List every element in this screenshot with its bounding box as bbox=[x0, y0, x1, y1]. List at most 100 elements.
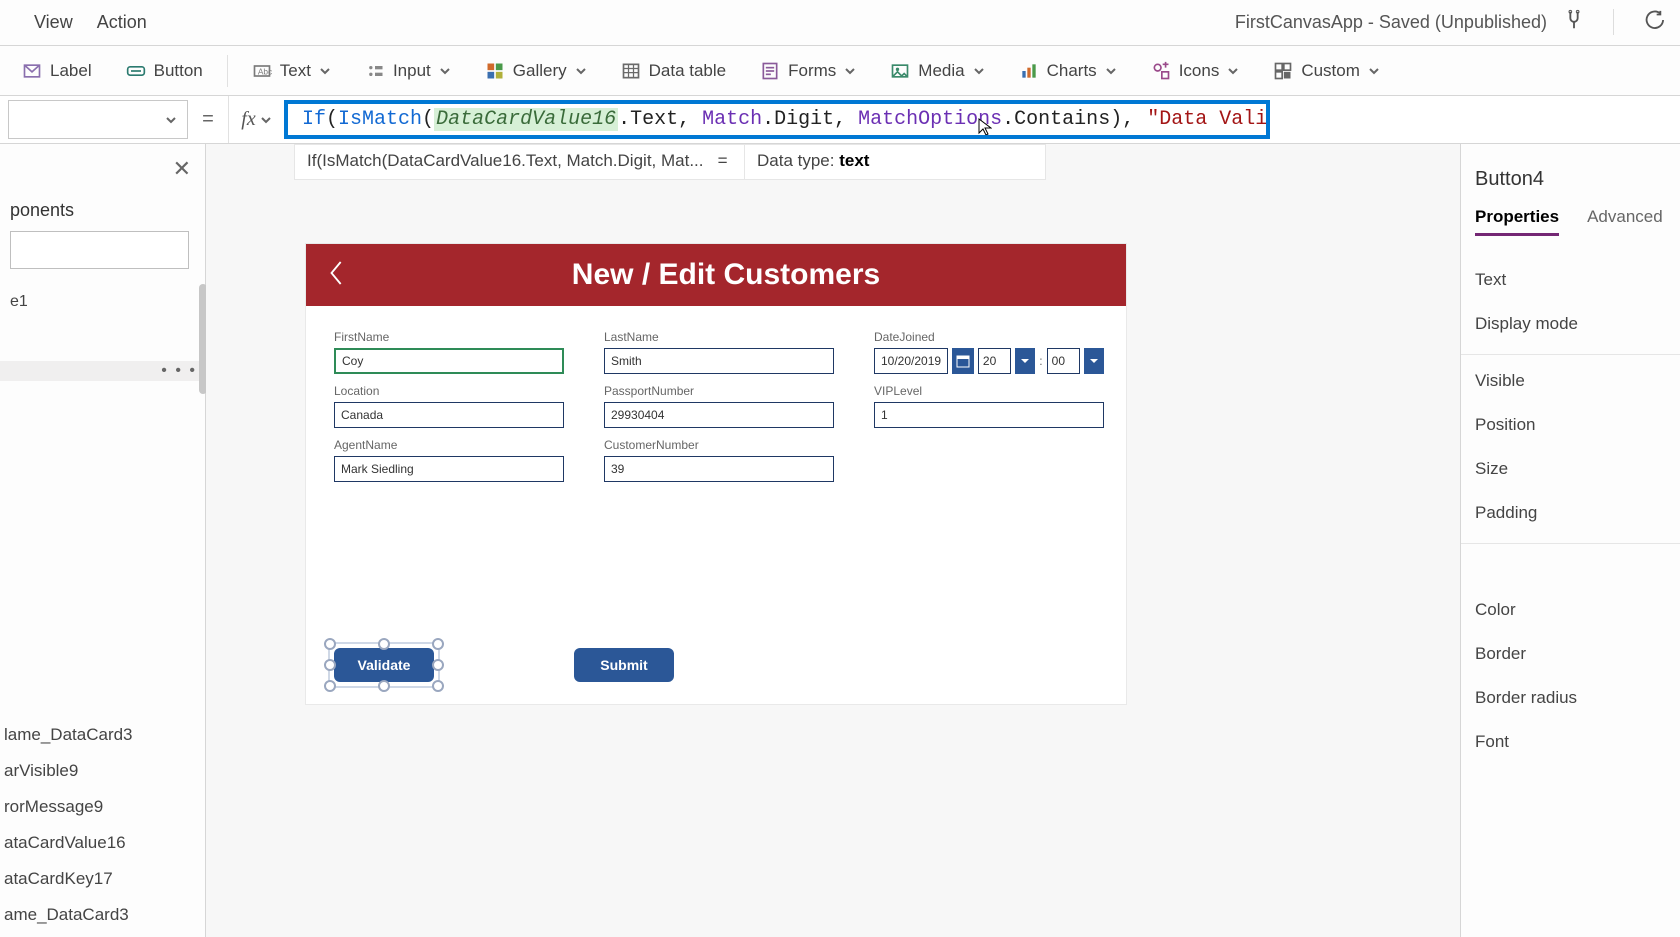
tree-item[interactable]: ataCardValue16 bbox=[4, 833, 205, 853]
back-icon[interactable] bbox=[306, 258, 368, 293]
chevron-down-icon[interactable] bbox=[1015, 348, 1035, 374]
field-firstname: FirstName Coy bbox=[334, 330, 564, 374]
equals-label: = bbox=[188, 96, 228, 143]
selected-control-wrapper[interactable]: Validate bbox=[334, 648, 434, 682]
formula-token: ( bbox=[326, 108, 338, 131]
app-title: FirstCanvasApp - Saved (Unpublished) bbox=[1235, 12, 1563, 33]
chevron-down-icon bbox=[260, 114, 272, 126]
field-label: VIPLevel bbox=[874, 384, 1104, 398]
insert-forms[interactable]: Forms bbox=[746, 55, 870, 87]
prop-display-mode[interactable]: Display mode bbox=[1475, 302, 1680, 346]
fx-icon: fx bbox=[241, 108, 255, 131]
tree-item[interactable]: e1 bbox=[0, 283, 205, 321]
formula-token: IsMatch bbox=[338, 108, 422, 131]
prop-font[interactable]: Font bbox=[1475, 720, 1680, 764]
prop-border-radius[interactable]: Border radius bbox=[1475, 676, 1680, 720]
prop-position[interactable]: Position bbox=[1475, 403, 1680, 447]
resize-handle[interactable] bbox=[324, 659, 336, 671]
fx-caption[interactable]: fx bbox=[228, 96, 284, 143]
tree-view-panel: ✕ ponents e1 • • • lame_DataCard3 arVisi… bbox=[0, 144, 206, 937]
formula-info-bar: If(IsMatch(DataCardValue16.Text, Match.D… bbox=[294, 144, 1046, 180]
tree-item[interactable]: lame_DataCard3 bbox=[4, 725, 205, 745]
data-type-value: text bbox=[839, 151, 869, 170]
undo-icon[interactable] bbox=[1642, 9, 1664, 36]
chevron-down-icon[interactable] bbox=[1084, 348, 1104, 374]
equals-label: = bbox=[718, 151, 728, 170]
tree-item[interactable]: arVisible9 bbox=[4, 761, 205, 781]
validate-button[interactable]: Validate bbox=[334, 648, 434, 682]
field-label: LastName bbox=[604, 330, 834, 344]
insert-datatable[interactable]: Data table bbox=[607, 55, 741, 87]
insert-input[interactable]: Input bbox=[351, 55, 465, 87]
banner-title: New / Edit Customers bbox=[368, 258, 1126, 292]
resize-handle[interactable] bbox=[432, 680, 444, 692]
more-icon[interactable]: • • • bbox=[161, 362, 197, 380]
lastname-input[interactable]: Smith bbox=[604, 348, 834, 374]
insert-label-text: Label bbox=[50, 61, 92, 81]
insert-charts[interactable]: Charts bbox=[1005, 55, 1131, 87]
agent-input[interactable]: Mark Siedling bbox=[334, 456, 564, 482]
field-label: AgentName bbox=[334, 438, 564, 452]
datejoined-min-input[interactable]: 00 bbox=[1047, 348, 1080, 374]
insert-forms-label: Forms bbox=[788, 61, 836, 81]
app-checker-icon[interactable] bbox=[1563, 9, 1585, 36]
insert-button[interactable]: Button bbox=[112, 55, 217, 87]
chevron-down-icon bbox=[575, 65, 587, 77]
formula-preview: If(IsMatch(DataCardValue16.Text, Match.D… bbox=[307, 151, 704, 170]
tree-item[interactable]: rorMessage9 bbox=[4, 797, 205, 817]
custno-input[interactable]: 39 bbox=[604, 456, 834, 482]
svg-text:Abc: Abc bbox=[258, 66, 272, 76]
tree-item[interactable]: ataCardKey17 bbox=[4, 869, 205, 889]
insert-custom[interactable]: Custom bbox=[1259, 55, 1394, 87]
prop-border[interactable]: Border bbox=[1475, 632, 1680, 676]
field-agent: AgentName Mark Siedling bbox=[334, 438, 564, 482]
field-label: DateJoined bbox=[874, 330, 1104, 344]
selected-control-name: Button4 bbox=[1475, 156, 1680, 199]
location-input[interactable]: Canada bbox=[334, 402, 564, 428]
tree-search-input[interactable] bbox=[10, 231, 189, 269]
datejoined-hour-input[interactable]: 20 bbox=[978, 348, 1011, 374]
resize-handle[interactable] bbox=[324, 680, 336, 692]
formula-input[interactable]: If(IsMatch(DataCardValue16.Text, Match.D… bbox=[284, 100, 1270, 139]
vip-input[interactable]: 1 bbox=[874, 402, 1104, 428]
prop-size[interactable]: Size bbox=[1475, 447, 1680, 491]
resize-handle[interactable] bbox=[432, 659, 444, 671]
prop-text[interactable]: Text bbox=[1475, 258, 1680, 302]
insert-media[interactable]: Media bbox=[876, 55, 998, 87]
menu-action[interactable]: Action bbox=[97, 12, 147, 33]
resize-handle[interactable] bbox=[378, 680, 390, 692]
prop-visible[interactable]: Visible bbox=[1475, 359, 1680, 403]
insert-text-label: Text bbox=[280, 61, 311, 81]
firstname-input[interactable]: Coy bbox=[334, 348, 564, 374]
insert-input-label: Input bbox=[393, 61, 431, 81]
prop-color[interactable]: Color bbox=[1475, 588, 1680, 632]
prop-padding[interactable]: Padding bbox=[1475, 491, 1680, 535]
resize-handle[interactable] bbox=[324, 638, 336, 650]
tree-item-selected[interactable]: • • • bbox=[0, 361, 205, 381]
ribbon: Label Button Abc Text Input Gallery Data… bbox=[0, 46, 1680, 96]
formula-token: MatchOptions bbox=[858, 108, 1002, 131]
menu-view[interactable]: View bbox=[34, 12, 73, 33]
canvas-area[interactable]: New / Edit Customers FirstName Coy LastN… bbox=[206, 144, 1460, 937]
data-type-label: Data type: bbox=[757, 151, 839, 170]
tab-properties[interactable]: Properties bbox=[1475, 207, 1559, 236]
submit-button[interactable]: Submit bbox=[574, 648, 674, 682]
calendar-icon[interactable] bbox=[952, 348, 974, 374]
resize-handle[interactable] bbox=[432, 638, 444, 650]
divider bbox=[1461, 543, 1680, 544]
resize-handle[interactable] bbox=[378, 638, 390, 650]
tab-advanced[interactable]: Advanced bbox=[1587, 207, 1663, 236]
property-dropdown[interactable] bbox=[8, 100, 188, 139]
insert-text[interactable]: Abc Text bbox=[238, 55, 345, 87]
passport-input[interactable]: 29930404 bbox=[604, 402, 834, 428]
close-icon[interactable]: ✕ bbox=[159, 144, 205, 194]
datejoined-date-input[interactable]: 10/20/2019 bbox=[874, 348, 948, 374]
tree-item[interactable]: ame_DataCard3 bbox=[4, 905, 205, 925]
formula-token: .Digit, bbox=[762, 108, 858, 131]
chevron-down-icon bbox=[1105, 65, 1117, 77]
insert-label[interactable]: Label bbox=[8, 55, 106, 87]
chevron-down-icon bbox=[165, 114, 177, 126]
insert-icons[interactable]: Icons bbox=[1137, 55, 1254, 87]
time-colon: : bbox=[1039, 348, 1042, 374]
insert-gallery[interactable]: Gallery bbox=[471, 55, 601, 87]
